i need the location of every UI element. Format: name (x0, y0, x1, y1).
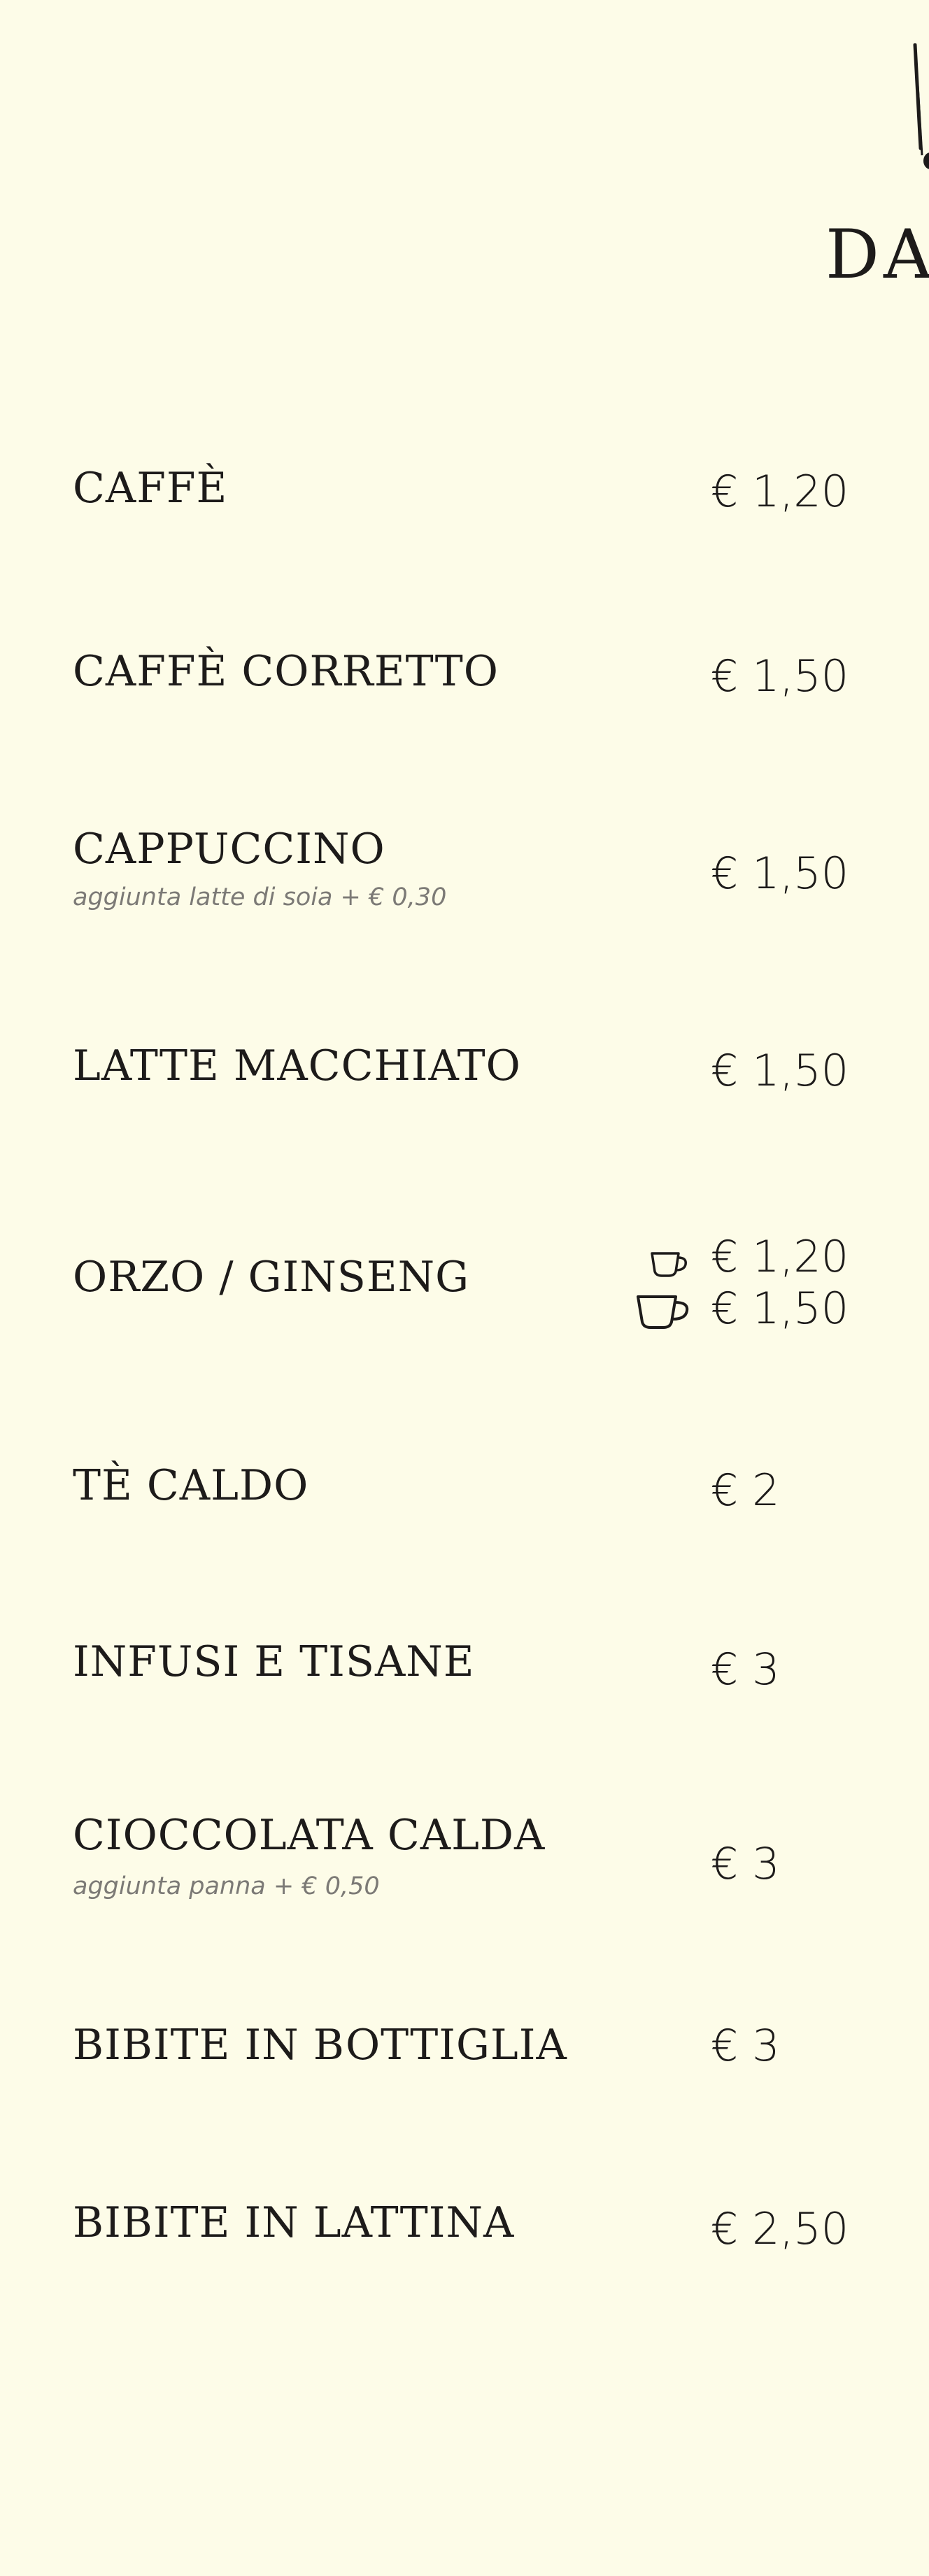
item-price: € 3 (711, 2020, 780, 2071)
item-name: CAFFÈ (73, 464, 228, 513)
item-name: BIBITE IN BOTTIGLIA (73, 2021, 567, 2070)
item-price: € 3 (711, 1644, 780, 1695)
large-cup-icon (637, 1295, 689, 1329)
item-name: CIOCCOLATA CALDA (73, 1811, 546, 1860)
item-price: € 2,50 (711, 2203, 849, 2254)
item-name: CAPPUCCINO (73, 825, 385, 874)
item-price: € 2 (711, 1465, 780, 1516)
item-price: € 1,50 (711, 1045, 849, 1096)
item-name: BIBITE IN LATTINA (73, 2198, 515, 2247)
item-name: TÈ CALDO (73, 1461, 309, 1510)
item-name: CAFFÈ CORRETTO (73, 647, 499, 696)
item-name: LATTE MACCHIATO (73, 1041, 521, 1090)
section-title: DA (825, 215, 929, 294)
item-price: € 1,50 (711, 650, 849, 702)
item-price-small: € 1,20 (711, 1231, 849, 1282)
spoon-icon (913, 43, 929, 169)
item-price: € 3 (711, 1838, 780, 1889)
item-price: € 1,50 (711, 848, 849, 899)
item-price-large: € 1,50 (711, 1283, 849, 1334)
item-name: INFUSI E TISANE (73, 1637, 475, 1686)
item-name: ORZO / GINSENG (73, 1253, 470, 1302)
small-cup-icon (651, 1252, 688, 1277)
item-note: aggiunta panna + € 0,50 (73, 1872, 380, 1900)
item-price: € 1,20 (711, 466, 849, 517)
item-note: aggiunta latte di soia + € 0,30 (73, 883, 447, 911)
